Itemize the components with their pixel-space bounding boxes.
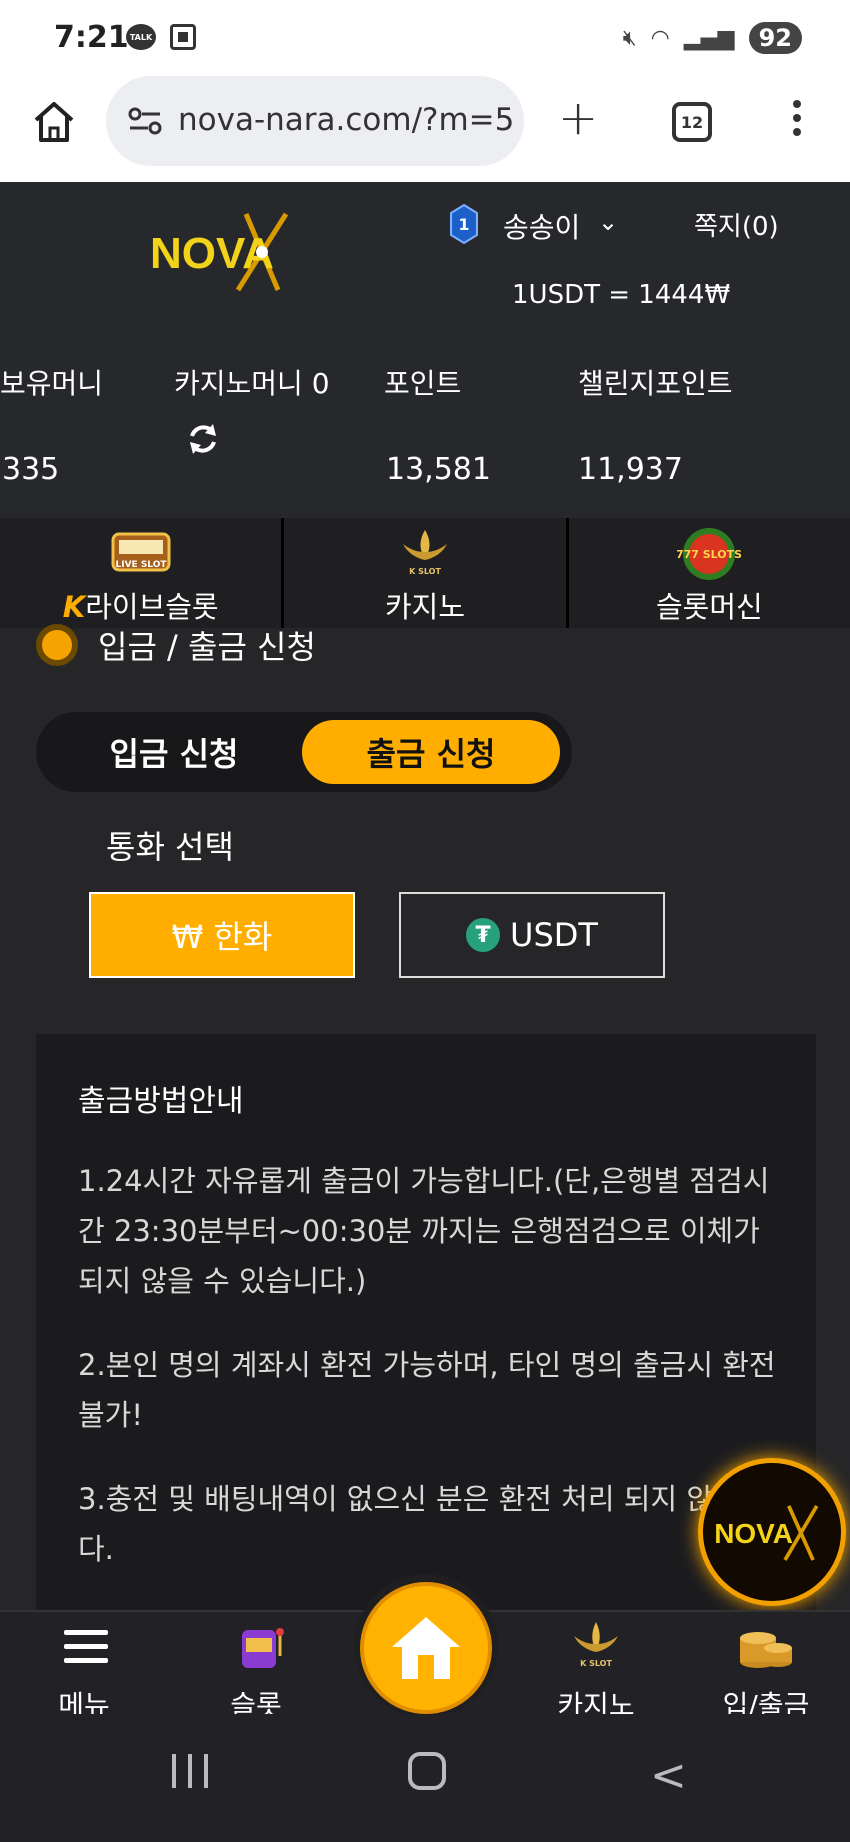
category-slot-machine[interactable]: 777 SLOTS 슬롯머신 — [569, 518, 850, 628]
k-slot-icon: K SLOT — [402, 530, 447, 576]
refresh-icon[interactable] — [186, 422, 220, 456]
system-home-icon[interactable] — [408, 1752, 446, 1790]
signal-icon: ▂▄▆ — [683, 25, 735, 51]
k-slot-nav-icon: K SLOT — [574, 1622, 618, 1668]
k-slot-icon-text: K SLOT — [409, 567, 441, 576]
777-slots-icon: 777 SLOTS — [677, 528, 741, 580]
live-slot-icon-text: LIVE SLOT — [115, 560, 167, 570]
screenshot-icon — [170, 24, 196, 50]
category-casino[interactable]: K SLOT 카지노 — [284, 518, 569, 628]
new-tab-plus-icon[interactable]: + — [558, 90, 598, 146]
status-time: 7:21 — [54, 20, 129, 55]
live-slot-icon: LIVE SLOT — [111, 532, 171, 572]
site-settings-icon[interactable] — [128, 106, 162, 136]
holding-money-label: 보유머니 — [0, 367, 104, 400]
challenge-points-label: 챌린지포인트 — [578, 367, 733, 400]
mute-icon: 🔇︎ — [622, 25, 637, 51]
status-right-icons: 🔇︎ ◠ ▂▄▆ 92 — [623, 22, 802, 54]
section-bullet-icon — [36, 624, 78, 666]
tab-switcher-button[interactable]: 12 — [672, 102, 712, 142]
deposit-tab[interactable]: 입금 신청 — [56, 720, 292, 784]
slot-machine-icon — [242, 1628, 284, 1668]
nova-logo[interactable]: NOVA — [146, 212, 318, 292]
exchange-rate: 1USDT = 1444₩ — [512, 280, 731, 310]
krw-currency-button[interactable]: ₩ 한화 — [89, 892, 355, 978]
points-value: 13,581 — [386, 452, 491, 487]
hamburger-icon — [64, 1630, 108, 1663]
category-live-slot-label: 라이브슬롯 — [85, 590, 219, 624]
category-casino-label: 카지노 — [384, 590, 466, 624]
more-options-icon[interactable] — [782, 100, 812, 136]
back-icon[interactable]: < — [650, 1750, 687, 1801]
floating-logo-text: NOVA — [714, 1518, 793, 1549]
floating-nova-logo-button[interactable]: NOVA — [698, 1458, 846, 1606]
k-slot-nav-icon-text: K SLOT — [580, 1659, 612, 1668]
deposit-withdraw-toggle: 입금 신청 출금 신청 — [36, 712, 572, 792]
usdt-currency-button[interactable]: ₮ USDT — [399, 892, 665, 978]
home-icon — [392, 1617, 460, 1679]
challenge-points-value: 11,937 — [578, 452, 683, 487]
holding-money-value: 335 — [2, 452, 60, 487]
system-navigation-bar: < — [0, 1714, 850, 1842]
usdt-label: USDT — [510, 916, 598, 954]
level-badge-icon: 1 — [450, 204, 478, 244]
site-header: NOVA 1 송송이 ⌄ 쪽지(0) 1USDT = 1444₩ 보유머니 33… — [0, 182, 850, 518]
points-label: 포인트 — [384, 367, 462, 400]
coins-icon — [740, 1632, 792, 1668]
recent-apps-icon[interactable] — [172, 1754, 208, 1788]
category-tabs: LIVE SLOT K라이브슬롯 K SLOT 카지노 777 SLOTS 슬롯… — [0, 518, 850, 628]
address-bar[interactable]: nova-nara.com/?m=5 — [106, 76, 524, 166]
section-header: 입금 / 출금 신청 — [36, 622, 316, 668]
guide-title: 출금방법안내 — [78, 1084, 244, 1119]
currency-select-label: 통화 선택 — [106, 828, 234, 866]
browser-home-icon[interactable] — [30, 98, 78, 146]
battery-badge: 92 — [748, 22, 802, 54]
logo-text: NOVA — [150, 229, 274, 278]
url-text: nova-nara.com/?m=5 — [178, 102, 515, 138]
guide-item-2: 2.본인 명의 계좌시 환전 가능하며, 타인 명의 출금시 환전 불가! — [78, 1348, 776, 1432]
category-slot-machine-label: 슬롯머신 — [655, 590, 763, 624]
wifi-icon: ◠ — [650, 25, 670, 51]
browser-toolbar: nova-nara.com/?m=5 + 12 — [0, 76, 850, 182]
section-title: 입금 / 출금 신청 — [98, 628, 316, 666]
home-button[interactable] — [360, 1582, 492, 1714]
k-logo-icon: K — [62, 590, 86, 624]
guide-item-3: 3.충전 및 배팅내역이 없으신 분은 환전 처리 되지 않습니다. — [78, 1482, 767, 1566]
status-left-icons: TALK — [126, 24, 196, 50]
category-live-slot[interactable]: LIVE SLOT K라이브슬롯 — [0, 518, 285, 628]
level-number: 1 — [458, 215, 469, 234]
casino-money-label: 카지노머니 0 — [174, 367, 330, 400]
777-slots-icon-text: 777 SLOTS — [677, 548, 741, 561]
withdraw-tab[interactable]: 출금 신청 — [302, 720, 560, 784]
guide-item-1: 1.24시간 자유롭게 출금이 가능합니다.(단,은행별 점검시간 23:30분… — [78, 1164, 770, 1298]
status-bar: 7:21 TALK 🔇︎ ◠ ▂▄▆ 92 — [0, 0, 850, 76]
username[interactable]: 송송이 — [503, 206, 580, 246]
tether-icon: ₮ — [466, 918, 501, 952]
chevron-down-icon[interactable]: ⌄ — [598, 208, 618, 236]
category-label: K라이브슬롯 — [0, 584, 281, 626]
messages-link[interactable]: 쪽지(0) — [694, 206, 779, 243]
kakaotalk-icon: TALK — [126, 24, 156, 50]
